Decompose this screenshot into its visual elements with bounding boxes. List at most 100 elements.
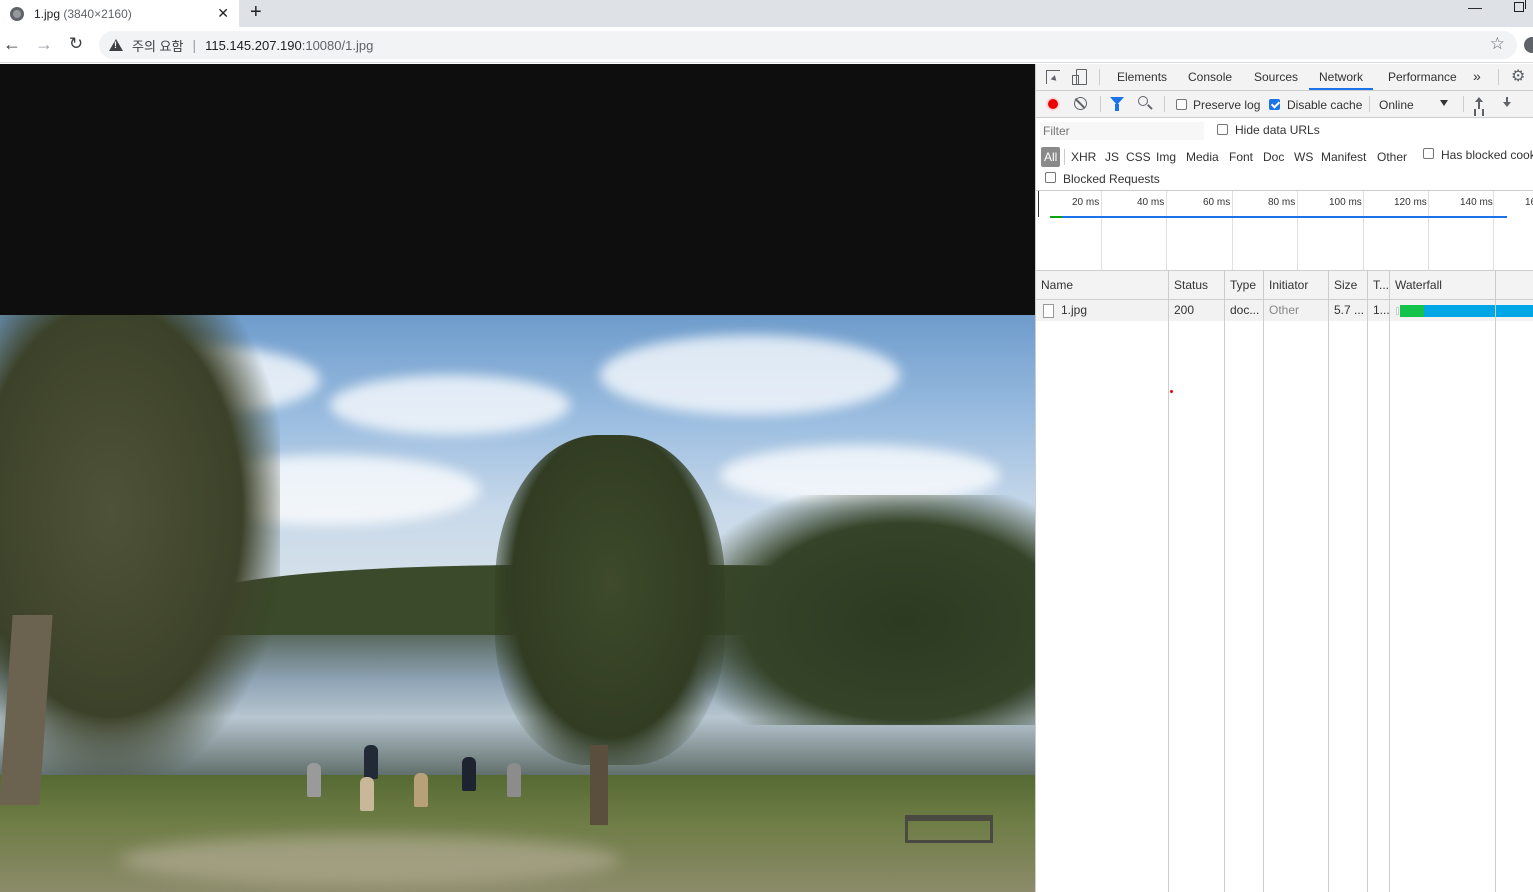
row-initiator: Other (1269, 303, 1300, 317)
image-center-trunk (590, 745, 608, 825)
disable-cache-checkbox[interactable] (1269, 99, 1280, 110)
type-filter-css[interactable]: CSS (1126, 147, 1151, 167)
globe-icon (10, 6, 24, 21)
type-filter-xhr[interactable]: XHR (1071, 147, 1096, 167)
column-divider[interactable] (1168, 271, 1169, 892)
tab-strip: 1.jpg (3840×2160) ✕ + — (0, 0, 1533, 27)
type-filter-doc[interactable]: Doc (1263, 147, 1284, 167)
back-arrow-icon[interactable]: ← (2, 33, 22, 55)
search-icon[interactable] (1138, 96, 1148, 106)
overview-tick: 40 ms (1137, 197, 1165, 208)
restore-window-button[interactable] (1514, 0, 1526, 12)
new-tab-button[interactable]: + (250, 0, 262, 24)
profile-avatar[interactable] (1524, 37, 1533, 53)
minimize-window-button[interactable]: — (1468, 0, 1482, 14)
chevron-down-icon[interactable] (1440, 100, 1448, 106)
blocked-requests-checkbox[interactable] (1045, 172, 1056, 183)
toolbar-divider (1164, 96, 1165, 112)
preserve-log-checkbox[interactable] (1176, 99, 1187, 110)
network-toolbar: Preserve log Disable cache Online (1036, 91, 1533, 118)
url-host[interactable]: 115.145.207.190 (205, 38, 302, 53)
column-header-name[interactable]: Name (1036, 271, 1168, 300)
column-header-status[interactable]: Status (1169, 271, 1224, 300)
image-person (414, 773, 428, 807)
address-separator: | (192, 37, 197, 53)
overview-waiting-bar (1050, 216, 1062, 218)
overview-gridline (1166, 191, 1167, 270)
filter-input[interactable] (1040, 122, 1204, 140)
gear-icon[interactable]: ⚙ (1511, 68, 1525, 86)
column-divider[interactable] (1263, 271, 1264, 892)
filter-icon[interactable] (1110, 97, 1124, 111)
row-name[interactable]: 1.jpg (1056, 300, 1168, 321)
import-har-icon[interactable] (1473, 97, 1485, 111)
url-path[interactable]: :10080/1.jpg (302, 38, 374, 53)
record-icon[interactable] (1046, 97, 1060, 111)
document-icon (1043, 304, 1054, 318)
throttling-select[interactable]: Online (1379, 98, 1414, 112)
more-tabs-icon[interactable]: » (1473, 68, 1481, 84)
column-header-time[interactable]: T... (1368, 271, 1389, 300)
table-row[interactable]: 1.jpg 200 doc... Other 5.7 ... 1... (1036, 300, 1533, 321)
column-divider[interactable] (1367, 271, 1368, 892)
browser-toolbar: ← → ↻ 주의 요함 | 115.145.207.190:10080/1.jp… (0, 27, 1533, 63)
type-filter-manifest[interactable]: Manifest (1321, 147, 1366, 167)
column-header-size[interactable]: Size (1329, 271, 1367, 300)
preserve-log-label[interactable]: Preserve log (1193, 98, 1260, 112)
blocked-requests-label[interactable]: Blocked Requests (1063, 172, 1160, 186)
column-header-waterfall[interactable]: Waterfall (1390, 271, 1533, 300)
image-person (307, 763, 321, 797)
type-filter-img[interactable]: Img (1156, 147, 1176, 167)
type-filter-js[interactable]: JS (1105, 147, 1119, 167)
forward-arrow-icon[interactable]: → (34, 33, 54, 55)
row-time: 1... (1373, 303, 1389, 317)
overview-start-marker (1038, 191, 1039, 217)
close-tab-icon[interactable]: ✕ (217, 4, 229, 22)
tab-performance[interactable]: Performance (1388, 64, 1457, 90)
device-toolbar-icon[interactable] (1072, 69, 1087, 85)
image-bench (905, 815, 993, 843)
type-filter-other[interactable]: Other (1377, 147, 1407, 167)
warning-icon[interactable] (109, 39, 123, 51)
image-person (364, 745, 378, 779)
row-size: 5.7 ... (1334, 303, 1365, 317)
column-header-type[interactable]: Type (1225, 271, 1263, 300)
network-overview-timeline[interactable]: 20 ms 40 ms 60 ms 80 ms 100 ms 120 ms 14… (1036, 191, 1533, 271)
overview-tick: 100 ms (1329, 197, 1362, 208)
type-filter-font[interactable]: Font (1229, 147, 1253, 167)
type-filter-all[interactable]: All (1041, 147, 1061, 167)
address-bar[interactable]: 주의 요함 | 115.145.207.190:10080/1.jpg ☆ (99, 31, 1517, 59)
tab-sources[interactable]: Sources (1254, 64, 1298, 90)
bookmark-star-icon[interactable]: ☆ (1490, 34, 1505, 54)
export-har-icon[interactable] (1501, 97, 1513, 111)
has-blocked-cookies-checkbox[interactable] (1423, 148, 1434, 159)
overview-tick: 80 ms (1268, 197, 1296, 208)
column-divider[interactable] (1389, 271, 1390, 892)
overview-gridline (1232, 191, 1233, 270)
disable-cache-label[interactable]: Disable cache (1287, 98, 1362, 112)
hide-data-urls-label[interactable]: Hide data URLs (1235, 123, 1320, 137)
inspect-element-icon[interactable] (1046, 70, 1060, 84)
waterfall-gridline (1495, 271, 1496, 892)
column-divider[interactable] (1328, 271, 1329, 892)
image-center-tree (495, 435, 725, 765)
has-blocked-cookies-label[interactable]: Has blocked cook (1441, 148, 1533, 162)
column-divider[interactable] (1224, 271, 1225, 892)
row-type: doc... (1230, 303, 1260, 317)
devtools-tab-bar: Elements Console Sources Network Perform… (1036, 64, 1533, 91)
type-filter-media[interactable]: Media (1186, 147, 1219, 167)
tab-network[interactable]: Network (1309, 64, 1374, 90)
tab-title-text: 1.jpg (34, 6, 61, 21)
tab-elements[interactable]: Elements (1117, 64, 1167, 90)
toolbar-divider (1099, 69, 1100, 85)
hide-data-urls-checkbox[interactable] (1217, 124, 1228, 135)
column-header-initiator[interactable]: Initiator (1264, 271, 1328, 300)
type-filter-ws[interactable]: WS (1294, 147, 1313, 167)
clear-icon[interactable] (1074, 97, 1087, 110)
overview-download-bar (1062, 216, 1507, 218)
tab-console[interactable]: Console (1188, 64, 1232, 90)
browser-tab[interactable]: 1.jpg (3840×2160) ✕ (0, 0, 239, 27)
reload-icon[interactable]: ↻ (66, 33, 86, 55)
waterfall-queue-marker (1396, 307, 1399, 315)
security-warning-text[interactable]: 주의 요함 (132, 36, 183, 55)
